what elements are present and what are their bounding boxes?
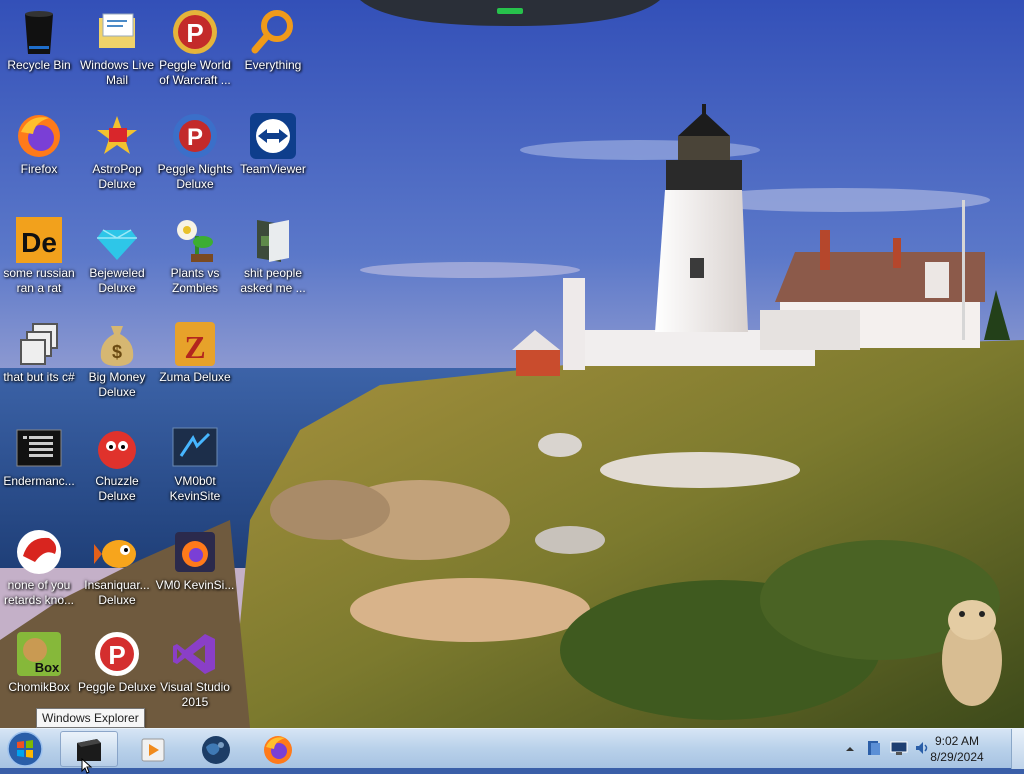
zuma-icon: Z	[171, 320, 219, 368]
money-bag-icon: $	[93, 320, 141, 368]
icon-label: VM0 KevinSi...	[155, 578, 235, 592]
firefox-dev-icon	[171, 528, 219, 576]
taskbar-button-windows-explorer[interactable]	[60, 731, 118, 774]
tray-expand-icon[interactable]	[846, 745, 854, 753]
svg-text:P: P	[187, 124, 203, 151]
search-icon	[249, 8, 297, 56]
network-icon[interactable]	[890, 740, 908, 756]
peggle-nights-icon: P	[171, 112, 219, 160]
visual-studio-icon	[171, 630, 219, 678]
icon-label: Peggle World of Warcraft ...	[159, 58, 231, 87]
desktop-icon-everything[interactable]: Everything	[233, 2, 313, 73]
taskbar-clock[interactable]: 9:02 AM 8/29/2024	[912, 733, 1002, 765]
taskbar-button-media-player[interactable]	[126, 731, 178, 767]
icon-label: Zuma Deluxe	[159, 370, 231, 384]
chomikbox-icon: Box	[15, 630, 63, 678]
desktop-icon-chuzzle[interactable]: Chuzzle Deluxe	[77, 418, 157, 504]
svg-text:P: P	[108, 640, 125, 670]
teamviewer-icon	[249, 112, 297, 160]
desktop-icon-peggle-nights[interactable]: P Peggle Nights Deluxe	[155, 106, 235, 192]
icon-label: Recycle Bin	[7, 58, 71, 72]
console-icon	[15, 424, 63, 472]
svg-text:Box: Box	[35, 660, 60, 675]
icon-label: Peggle Nights Deluxe	[157, 162, 233, 191]
desktop-icon-zuma[interactable]: Z Zuma Deluxe	[155, 314, 235, 385]
desktop-icon-plants-vs-zombies[interactable]: Plants vs Zombies	[155, 210, 235, 296]
flower-icon	[171, 216, 219, 264]
icon-label: Visual Studio 2015	[160, 680, 230, 709]
mouse-cursor-icon	[81, 758, 93, 774]
icon-label: TeamViewer	[240, 162, 306, 176]
svg-text:$: $	[112, 342, 122, 362]
desktop-icon-recycle-bin[interactable]: Recycle Bin	[0, 2, 79, 73]
media-player-icon	[141, 738, 165, 762]
top-gadget[interactable]	[360, 0, 660, 26]
icon-label: Everything	[244, 58, 302, 72]
windows-logo-icon	[7, 731, 43, 767]
icon-label: some russian ran a rat	[3, 266, 75, 295]
svg-text:Z: Z	[184, 329, 205, 365]
icon-label: shit people asked me ...	[240, 266, 306, 295]
desktop-icon-visual-studio[interactable]: Visual Studio 2015	[155, 624, 235, 710]
red-creature-icon	[15, 528, 63, 576]
start-button[interactable]	[2, 731, 48, 767]
taskbar: 9:02 AM 8/29/2024	[0, 728, 1024, 774]
desktop-icon-de-app[interactable]: De some russian ran a rat	[0, 210, 79, 296]
icon-label: Insaniquar... Deluxe	[84, 578, 150, 607]
taskbar-button-firefox[interactable]	[252, 731, 304, 767]
icon-label: Endermanc...	[3, 474, 75, 488]
firefox-icon	[264, 736, 292, 764]
globe-icon	[202, 736, 230, 764]
chuzzle-icon	[93, 424, 141, 472]
desktop-icon-shit-folder[interactable]: shit people asked me ...	[233, 210, 313, 296]
desktop-icon-astropop[interactable]: AstroPop Deluxe	[77, 106, 157, 192]
peggle-deluxe-icon: P	[93, 630, 141, 678]
clock-date: 8/29/2024	[930, 750, 984, 764]
gem-icon	[93, 216, 141, 264]
svg-text:De: De	[21, 227, 57, 258]
icon-label: Windows Live Mail	[79, 58, 155, 87]
desktop-icon-teamviewer[interactable]: TeamViewer	[233, 106, 313, 177]
desktop-icon-windows-live-mail[interactable]: Windows Live Mail	[77, 2, 157, 88]
icon-label: Firefox	[20, 162, 58, 176]
tray-app-icon[interactable]	[866, 740, 882, 756]
desktop-icon-big-money[interactable]: $ Big Money Deluxe	[77, 314, 157, 400]
icon-label: Chuzzle Deluxe	[95, 474, 139, 503]
desktop-icon-vm0-kevinsite[interactable]: VM0 KevinSi...	[155, 522, 235, 593]
windows-stack-icon	[15, 320, 63, 368]
desktop-icon-endermanc[interactable]: Endermanc...	[0, 418, 79, 489]
desktop-icon-chomikbox[interactable]: Box ChomikBox	[0, 624, 79, 695]
fish-icon	[93, 528, 141, 576]
icon-label: VM0b0t KevinSite	[169, 474, 221, 503]
recycle-bin-icon	[15, 8, 63, 56]
peggle-icon: P	[171, 8, 219, 56]
icon-label: none of you retards kno...	[3, 578, 75, 607]
icon-label: that but its c#	[3, 370, 75, 384]
icon-label: AstroPop Deluxe	[92, 162, 142, 191]
desktop-icon-none-of-you[interactable]: none of you retards kno...	[0, 522, 79, 608]
desktop-icon-peggle-wow[interactable]: P Peggle World of Warcraft ...	[155, 2, 235, 88]
desktop-icon-insaniquarium[interactable]: Insaniquar... Deluxe	[77, 522, 157, 608]
desktop-icon-vm0b0t[interactable]: VM0b0t KevinSite	[155, 418, 235, 504]
taskbar-button-globe[interactable]	[190, 731, 242, 767]
icon-label: Peggle Deluxe	[77, 680, 157, 694]
icon-label: ChomikBox	[8, 680, 70, 694]
desktop-icon-firefox[interactable]: Firefox	[0, 106, 79, 177]
desktop-icon-bejeweled[interactable]: Bejeweled Deluxe	[77, 210, 157, 296]
mail-icon	[93, 8, 141, 56]
de-app-icon: De	[15, 216, 63, 264]
icon-label: Plants vs Zombies	[170, 266, 220, 295]
desktop-icon-csharp[interactable]: that but its c#	[0, 314, 79, 385]
vm-icon	[171, 424, 219, 472]
desktop-icon-peggle-deluxe[interactable]: P Peggle Deluxe	[77, 624, 157, 695]
show-desktop-button[interactable]	[1011, 729, 1024, 769]
astropop-icon	[93, 112, 141, 160]
clock-time: 9:02 AM	[934, 734, 980, 748]
tooltip-windows-explorer: Windows Explorer	[36, 708, 145, 728]
icon-label: Bejeweled Deluxe	[89, 266, 145, 295]
folder-icon	[249, 216, 297, 264]
svg-text:P: P	[186, 18, 203, 48]
firefox-icon	[15, 112, 63, 160]
icon-label: Big Money Deluxe	[88, 370, 146, 399]
